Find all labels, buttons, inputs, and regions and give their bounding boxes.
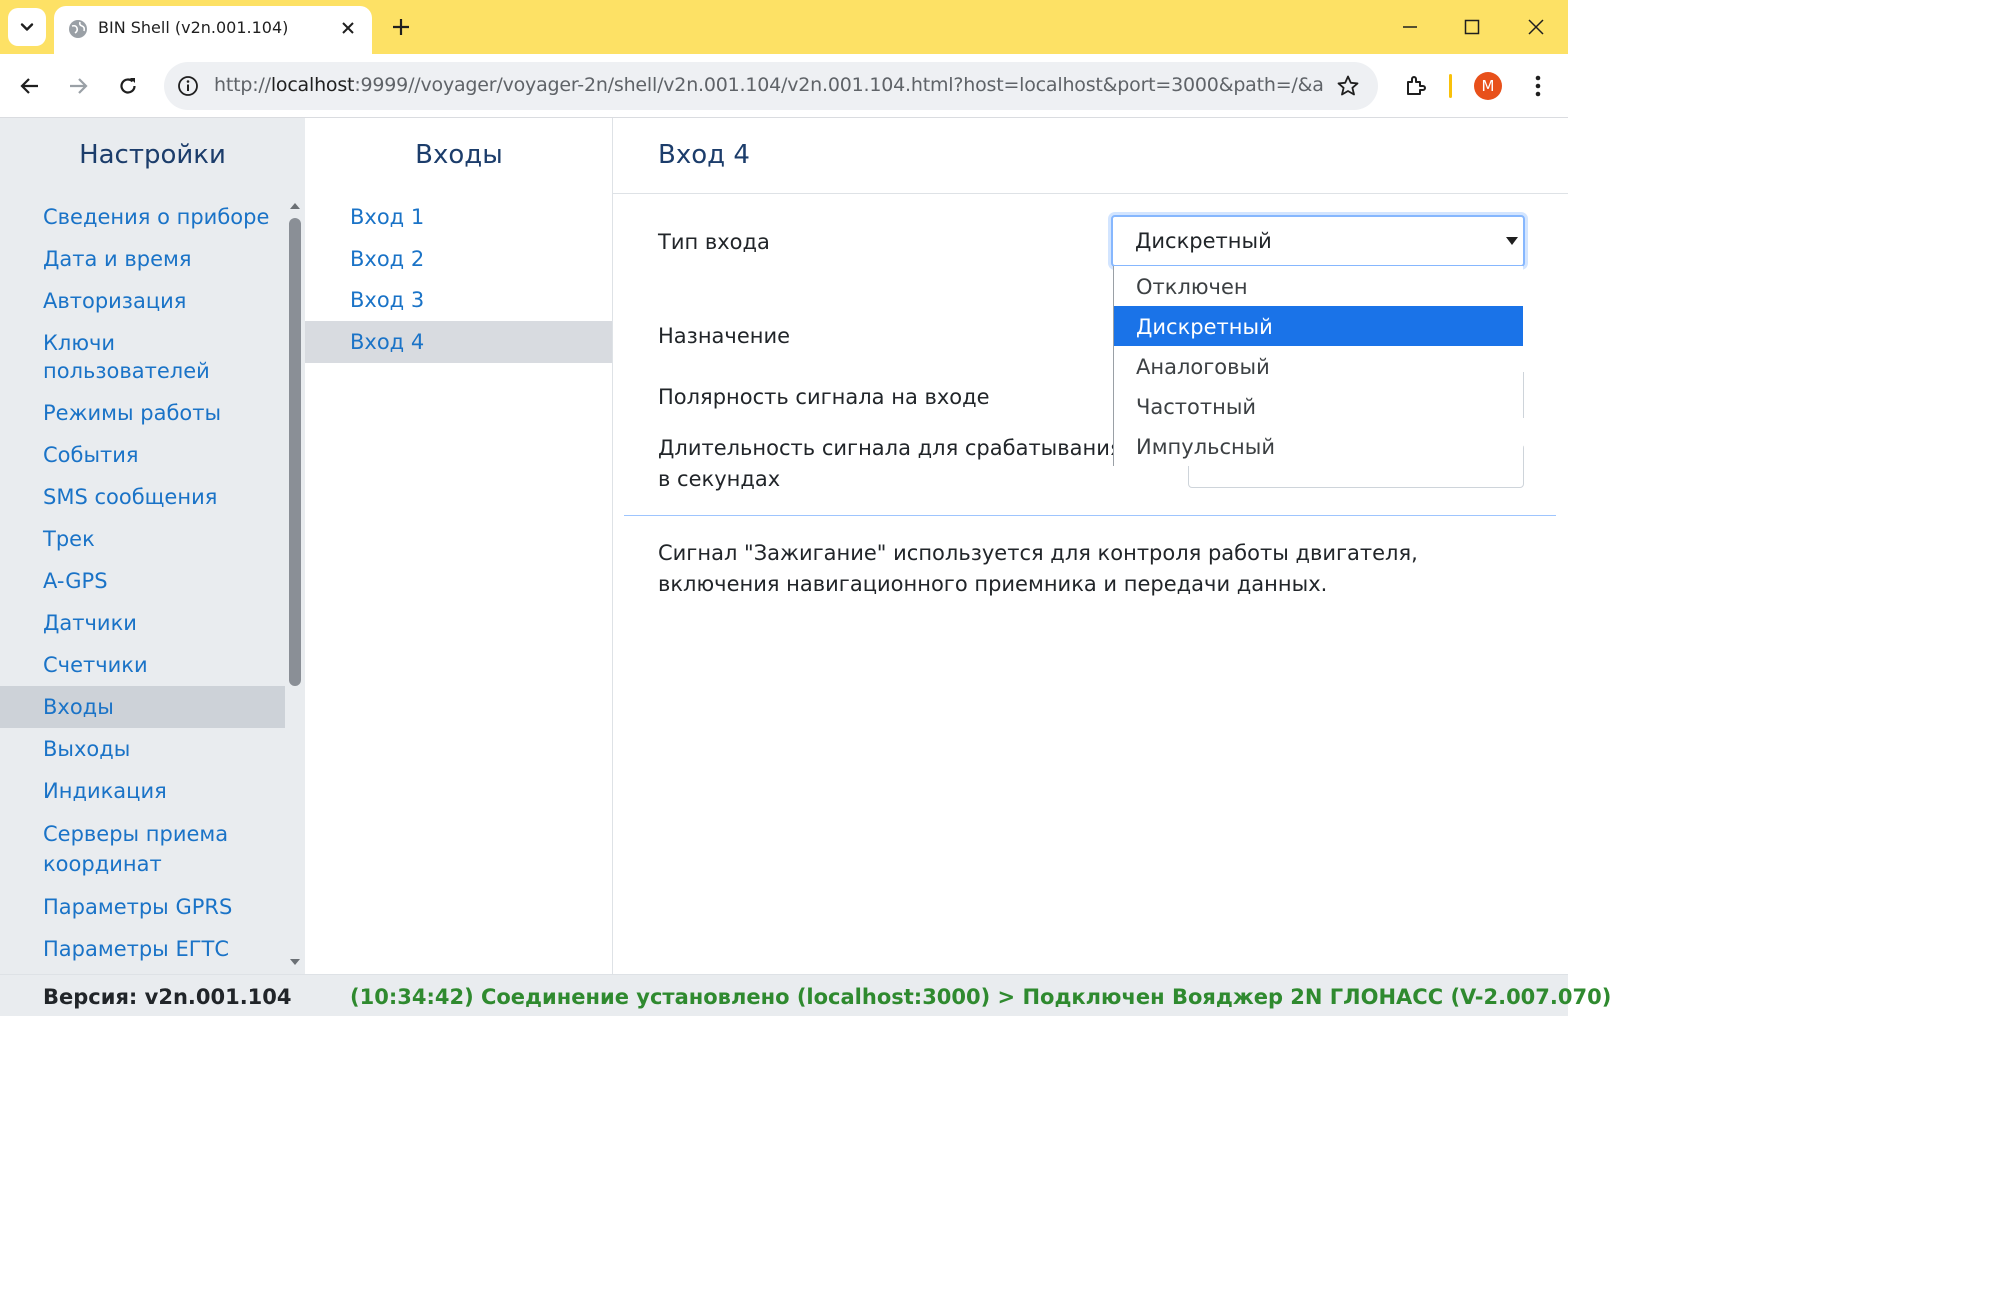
dropdown-option[interactable]: Отключен: [1114, 266, 1523, 306]
sidebar-item[interactable]: Авторизация: [0, 280, 285, 322]
sidebar-item[interactable]: A-GPS: [0, 560, 285, 602]
minimize-button[interactable]: [1390, 8, 1430, 46]
reload-button[interactable]: [110, 68, 146, 104]
extensions-button[interactable]: [1398, 68, 1434, 104]
sidebar-item[interactable]: Выходы: [0, 728, 285, 770]
url-path: :9999//voyager/voyager-2n/shell/v2n.001.…: [354, 74, 1324, 96]
chevron-down-icon: [1506, 237, 1518, 245]
sidebar-list: Сведения о приборе Дата и время Авторизаци…: [0, 196, 285, 1012]
maximize-button[interactable]: [1452, 8, 1492, 46]
more-icon: [1535, 75, 1541, 97]
title-divider: [613, 193, 1568, 194]
sidebar-item[interactable]: Дата и время: [0, 238, 285, 280]
browser-menu-button[interactable]: [1522, 68, 1554, 104]
globe-icon: [69, 20, 87, 38]
duration-label-line2: в секундах: [658, 467, 781, 491]
input-description: Сигнал "Зажигание" используется для конт…: [658, 541, 1418, 596]
input-type-label: Тип входа: [658, 230, 770, 254]
input-type-dropdown: Отключен Дискретный Аналоговый Частотный Имп…: [1113, 266, 1523, 466]
section-divider: [624, 515, 1556, 516]
duration-label-line1: Длительность сигнала для срабатывания,: [658, 436, 1130, 460]
new-tab-button[interactable]: [386, 12, 416, 42]
input-list-item[interactable]: Вход 4: [305, 321, 612, 363]
url-prefix: http://: [214, 74, 271, 96]
input-type-value: Дискретный: [1135, 229, 1272, 253]
info-icon[interactable]: [176, 74, 200, 98]
profile-avatar[interactable]: M: [1474, 72, 1502, 100]
extensions-icon: [1407, 76, 1426, 95]
tab-title: BIN Shell (v2n.001.104): [98, 18, 289, 37]
inputs-column-title: Входы: [415, 140, 503, 170]
sidebar-item[interactable]: Индикация: [0, 770, 285, 812]
sidebar-item[interactable]: События: [0, 434, 285, 476]
tab-list-icon: [20, 23, 34, 31]
close-icon: [342, 22, 354, 34]
purpose-label: Назначение: [658, 324, 791, 348]
back-icon: [20, 78, 38, 94]
input-list-item[interactable]: Вход 3: [305, 279, 612, 321]
dropdown-option[interactable]: Аналоговый: [1114, 346, 1523, 386]
sidebar-item[interactable]: Счетчики: [0, 644, 285, 686]
scroll-up-arrow-icon[interactable]: [289, 200, 301, 212]
sidebar-item[interactable]: Трек: [0, 518, 285, 560]
maximize-icon: [1464, 19, 1480, 35]
sidebar-item[interactable]: Параметры ЕГТС: [0, 928, 285, 970]
input-list-item[interactable]: Вход 2: [305, 238, 612, 280]
inputs-list: Вход 1 Вход 2 Вход 3 Вход 4: [305, 196, 612, 363]
url-text[interactable]: http://localhost:9999//voyager/voyager-2…: [214, 74, 1324, 96]
plus-icon: [393, 19, 409, 35]
connection-status: (10:34:42) Соединение установлено (local…: [350, 985, 1612, 1009]
tab-search-button[interactable]: [8, 8, 46, 46]
forward-icon: [70, 78, 88, 94]
dropdown-option[interactable]: Дискретный: [1114, 306, 1523, 346]
sidebar-item[interactable]: Сведения о приборе: [0, 196, 285, 238]
sidebar-title: Настройки: [79, 140, 226, 170]
window-close-icon: [1528, 19, 1544, 35]
sidebar-item[interactable]: Параметры GPRS: [0, 886, 285, 928]
star-icon[interactable]: [1336, 74, 1360, 98]
forward-button[interactable]: [60, 68, 96, 104]
tab-close-button[interactable]: [336, 16, 360, 40]
dropdown-option[interactable]: Импульсный: [1114, 426, 1523, 466]
address-bar[interactable]: http://localhost:9999//voyager/voyager-2…: [164, 62, 1378, 110]
sidebar-item[interactable]: Датчики: [0, 602, 285, 644]
sidebar-scrollbar[interactable]: [286, 196, 304, 972]
reload-icon: [120, 78, 136, 94]
page-title: Вход 4: [658, 140, 750, 170]
url-host: localhost: [270, 74, 355, 96]
version-label: Версия: v2n.001.104: [43, 985, 292, 1009]
sidebar-item[interactable]: SMS сообщения: [0, 476, 285, 518]
settings-sidebar: Настройки Сведения о приборе Дата и время…: [0, 118, 305, 1003]
status-bar: Версия: v2n.001.104 (10:34:42) Соединени…: [0, 974, 1611, 1016]
input-type-select[interactable]: Дискретный: [1111, 215, 1525, 267]
scrollbar-thumb[interactable]: [289, 218, 301, 686]
sidebar-item[interactable]: Режимы работы: [0, 392, 285, 434]
window-close-button[interactable]: [1516, 8, 1556, 46]
browser-toolbar: http://localhost:9999//voyager/voyager-2…: [0, 54, 1568, 118]
sidebar-item[interactable]: Серверы приема координат: [0, 812, 245, 886]
back-button[interactable]: [12, 68, 48, 104]
polarity-label: Полярность сигнала на входе: [658, 385, 990, 409]
duration-label: Длительность сигнала для срабатывания, в…: [658, 433, 1129, 495]
input-detail-panel: Вход 4 Тип входа Назначение Полярность с…: [613, 118, 1568, 974]
dropdown-option[interactable]: Частотный: [1114, 386, 1523, 426]
sidebar-item[interactable]: Ключи пользователей: [0, 322, 285, 392]
input-list-item[interactable]: Вход 1: [305, 196, 612, 238]
browser-tab[interactable]: BIN Shell (v2n.001.104): [54, 6, 372, 54]
toolbar-separator: [1449, 74, 1452, 98]
minimize-icon: [1403, 26, 1417, 28]
browser-tab-strip: BIN Shell (v2n.001.104): [0, 0, 1568, 54]
scroll-down-arrow-icon[interactable]: [289, 956, 301, 968]
sidebar-item[interactable]: Входы: [0, 686, 285, 728]
inputs-column: Входы Вход 1 Вход 2 Вход 3 Вход 4: [305, 118, 613, 974]
